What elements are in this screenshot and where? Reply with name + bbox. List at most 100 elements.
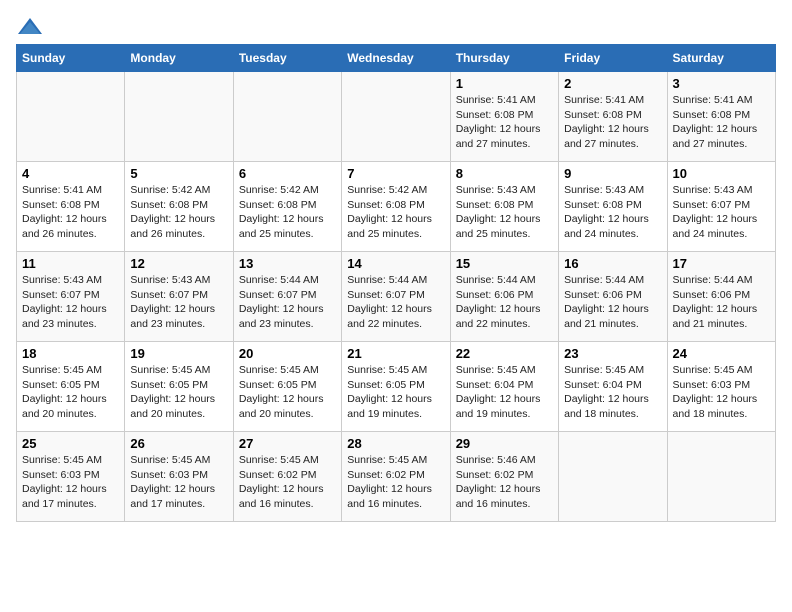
calendar-table: SundayMondayTuesdayWednesdayThursdayFrid… (16, 44, 776, 522)
calendar-cell: 7 Sunrise: 5:42 AM Sunset: 6:08 PM Daylig… (342, 162, 450, 252)
day-info: Sunrise: 5:45 AM Sunset: 6:04 PM Dayligh… (564, 363, 661, 422)
day-number: 16 (564, 256, 661, 271)
day-info: Sunrise: 5:43 AM Sunset: 6:08 PM Dayligh… (564, 183, 661, 242)
header-cell-wednesday: Wednesday (342, 45, 450, 72)
calendar-week-3: 11 Sunrise: 5:43 AM Sunset: 6:07 PM Dayli… (17, 252, 776, 342)
day-number: 8 (456, 166, 553, 181)
logo-icon (16, 16, 44, 38)
calendar-cell (342, 72, 450, 162)
calendar-cell: 26 Sunrise: 5:45 AM Sunset: 6:03 PM Dayli… (125, 432, 233, 522)
day-info: Sunrise: 5:45 AM Sunset: 6:04 PM Dayligh… (456, 363, 553, 422)
day-info: Sunrise: 5:44 AM Sunset: 6:07 PM Dayligh… (347, 273, 444, 332)
day-info: Sunrise: 5:44 AM Sunset: 6:06 PM Dayligh… (673, 273, 770, 332)
day-info: Sunrise: 5:44 AM Sunset: 6:06 PM Dayligh… (564, 273, 661, 332)
calendar-cell: 8 Sunrise: 5:43 AM Sunset: 6:08 PM Daylig… (450, 162, 558, 252)
calendar-cell (559, 432, 667, 522)
calendar-cell: 16 Sunrise: 5:44 AM Sunset: 6:06 PM Dayli… (559, 252, 667, 342)
day-number: 12 (130, 256, 227, 271)
calendar-cell: 14 Sunrise: 5:44 AM Sunset: 6:07 PM Dayli… (342, 252, 450, 342)
header-cell-friday: Friday (559, 45, 667, 72)
calendar-cell: 10Sunrise: 5:43 AM Sunset: 6:07 PM Dayli… (667, 162, 775, 252)
day-number: 1 (456, 76, 553, 91)
calendar-cell: 21 Sunrise: 5:45 AM Sunset: 6:05 PM Dayli… (342, 342, 450, 432)
calendar-cell (125, 72, 233, 162)
day-number: 18 (22, 346, 119, 361)
day-info: Sunrise: 5:42 AM Sunset: 6:08 PM Dayligh… (239, 183, 336, 242)
calendar-cell: 5 Sunrise: 5:42 AM Sunset: 6:08 PM Daylig… (125, 162, 233, 252)
day-number: 7 (347, 166, 444, 181)
day-info: Sunrise: 5:45 AM Sunset: 6:02 PM Dayligh… (347, 453, 444, 512)
calendar-week-1: 1 Sunrise: 5:41 AM Sunset: 6:08 PM Daylig… (17, 72, 776, 162)
day-info: Sunrise: 5:42 AM Sunset: 6:08 PM Dayligh… (347, 183, 444, 242)
day-number: 27 (239, 436, 336, 451)
day-number: 14 (347, 256, 444, 271)
calendar-cell: 15 Sunrise: 5:44 AM Sunset: 6:06 PM Dayli… (450, 252, 558, 342)
day-info: Sunrise: 5:45 AM Sunset: 6:03 PM Dayligh… (130, 453, 227, 512)
calendar-week-4: 18 Sunrise: 5:45 AM Sunset: 6:05 PM Dayli… (17, 342, 776, 432)
day-number: 29 (456, 436, 553, 451)
day-number: 9 (564, 166, 661, 181)
day-number: 15 (456, 256, 553, 271)
day-info: Sunrise: 5:45 AM Sunset: 6:05 PM Dayligh… (130, 363, 227, 422)
calendar-cell: 1 Sunrise: 5:41 AM Sunset: 6:08 PM Daylig… (450, 72, 558, 162)
header-cell-saturday: Saturday (667, 45, 775, 72)
day-number: 11 (22, 256, 119, 271)
day-info: Sunrise: 5:41 AM Sunset: 6:08 PM Dayligh… (22, 183, 119, 242)
day-number: 4 (22, 166, 119, 181)
day-number: 26 (130, 436, 227, 451)
day-number: 3 (673, 76, 770, 91)
day-number: 28 (347, 436, 444, 451)
day-info: Sunrise: 5:46 AM Sunset: 6:02 PM Dayligh… (456, 453, 553, 512)
calendar-header: SundayMondayTuesdayWednesdayThursdayFrid… (17, 45, 776, 72)
header-cell-monday: Monday (125, 45, 233, 72)
day-info: Sunrise: 5:43 AM Sunset: 6:07 PM Dayligh… (130, 273, 227, 332)
calendar-cell: 18 Sunrise: 5:45 AM Sunset: 6:05 PM Dayli… (17, 342, 125, 432)
day-info: Sunrise: 5:43 AM Sunset: 6:08 PM Dayligh… (456, 183, 553, 242)
calendar-cell: 12 Sunrise: 5:43 AM Sunset: 6:07 PM Dayli… (125, 252, 233, 342)
day-info: Sunrise: 5:44 AM Sunset: 6:06 PM Dayligh… (456, 273, 553, 332)
calendar-cell: 29 Sunrise: 5:46 AM Sunset: 6:02 PM Dayli… (450, 432, 558, 522)
day-number: 24 (673, 346, 770, 361)
day-number: 20 (239, 346, 336, 361)
calendar-cell: 9 Sunrise: 5:43 AM Sunset: 6:08 PM Daylig… (559, 162, 667, 252)
day-info: Sunrise: 5:41 AM Sunset: 6:08 PM Dayligh… (673, 93, 770, 152)
day-info: Sunrise: 5:41 AM Sunset: 6:08 PM Dayligh… (456, 93, 553, 152)
calendar-cell: 4 Sunrise: 5:41 AM Sunset: 6:08 PM Daylig… (17, 162, 125, 252)
day-info: Sunrise: 5:45 AM Sunset: 6:03 PM Dayligh… (22, 453, 119, 512)
calendar-cell: 27Sunrise: 5:45 AM Sunset: 6:02 PM Dayli… (233, 432, 341, 522)
calendar-cell: 13Sunrise: 5:44 AM Sunset: 6:07 PM Dayli… (233, 252, 341, 342)
day-info: Sunrise: 5:45 AM Sunset: 6:05 PM Dayligh… (239, 363, 336, 422)
day-info: Sunrise: 5:42 AM Sunset: 6:08 PM Dayligh… (130, 183, 227, 242)
day-info: Sunrise: 5:45 AM Sunset: 6:05 PM Dayligh… (347, 363, 444, 422)
calendar-cell (667, 432, 775, 522)
calendar-cell: 11 Sunrise: 5:43 AM Sunset: 6:07 PM Dayli… (17, 252, 125, 342)
day-number: 25 (22, 436, 119, 451)
header-cell-thursday: Thursday (450, 45, 558, 72)
calendar-cell: 24Sunrise: 5:45 AM Sunset: 6:03 PM Dayli… (667, 342, 775, 432)
calendar-cell: 23Sunrise: 5:45 AM Sunset: 6:04 PM Dayli… (559, 342, 667, 432)
calendar-week-2: 4 Sunrise: 5:41 AM Sunset: 6:08 PM Daylig… (17, 162, 776, 252)
calendar-cell (17, 72, 125, 162)
header (16, 16, 776, 38)
day-info: Sunrise: 5:43 AM Sunset: 6:07 PM Dayligh… (22, 273, 119, 332)
header-cell-sunday: Sunday (17, 45, 125, 72)
day-number: 19 (130, 346, 227, 361)
day-number: 6 (239, 166, 336, 181)
calendar-cell: 19 Sunrise: 5:45 AM Sunset: 6:05 PM Dayli… (125, 342, 233, 432)
calendar-body: 1 Sunrise: 5:41 AM Sunset: 6:08 PM Daylig… (17, 72, 776, 522)
calendar-cell: 25 Sunrise: 5:45 AM Sunset: 6:03 PM Dayli… (17, 432, 125, 522)
day-number: 13 (239, 256, 336, 271)
calendar-week-5: 25 Sunrise: 5:45 AM Sunset: 6:03 PM Dayli… (17, 432, 776, 522)
header-cell-tuesday: Tuesday (233, 45, 341, 72)
day-number: 2 (564, 76, 661, 91)
day-number: 22 (456, 346, 553, 361)
calendar-cell: 20 Sunrise: 5:45 AM Sunset: 6:05 PM Dayli… (233, 342, 341, 432)
calendar-cell: 22 Sunrise: 5:45 AM Sunset: 6:04 PM Dayli… (450, 342, 558, 432)
calendar-cell: 28 Sunrise: 5:45 AM Sunset: 6:02 PM Dayli… (342, 432, 450, 522)
calendar-cell (233, 72, 341, 162)
calendar-cell: 17Sunrise: 5:44 AM Sunset: 6:06 PM Dayli… (667, 252, 775, 342)
day-info: Sunrise: 5:45 AM Sunset: 6:05 PM Dayligh… (22, 363, 119, 422)
day-number: 21 (347, 346, 444, 361)
day-info: Sunrise: 5:43 AM Sunset: 6:07 PM Dayligh… (673, 183, 770, 242)
day-number: 5 (130, 166, 227, 181)
